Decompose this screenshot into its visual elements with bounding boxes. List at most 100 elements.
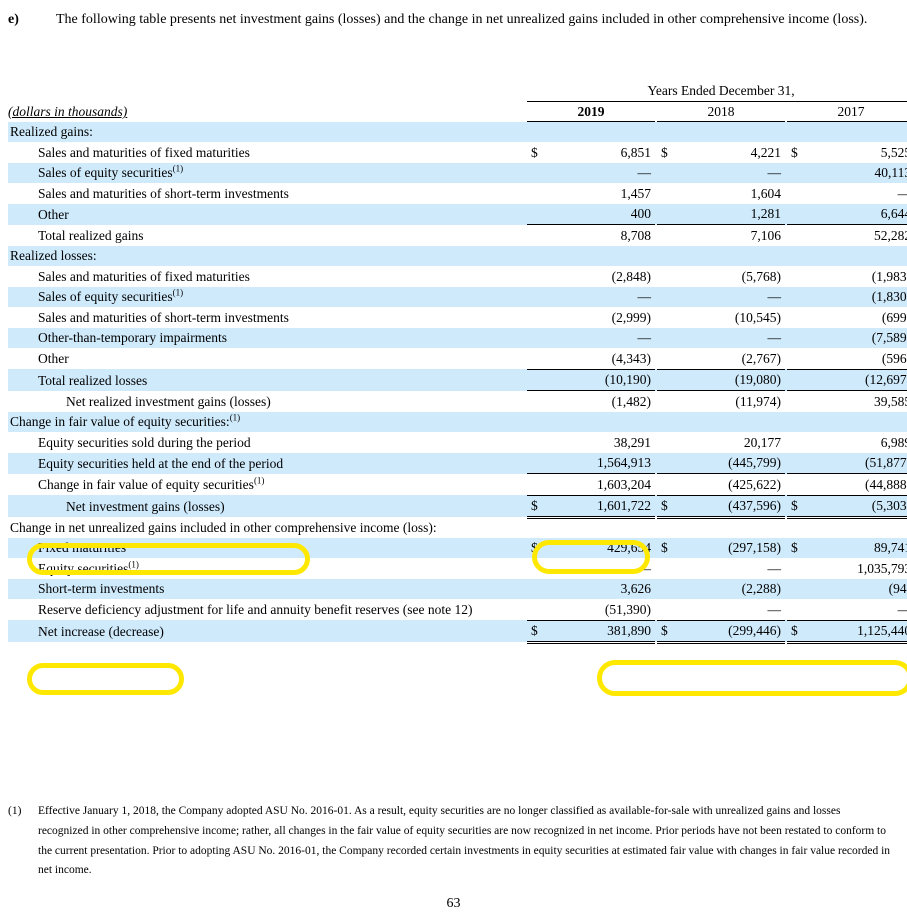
value-cell: — [553, 286, 655, 307]
footnote-reference-icon: (1) [128, 559, 139, 569]
empty-cell [813, 121, 907, 142]
currency-symbol-cell [657, 558, 683, 579]
value-cell: 1,125,440 [813, 619, 907, 644]
value-cell: (596) [813, 348, 907, 369]
intro-paragraph: e) The following table presents net inves… [8, 10, 898, 30]
currency-symbol-cell [787, 266, 813, 287]
currency-symbol-cell [527, 348, 553, 369]
value-cell: 52,282 [813, 224, 907, 246]
section-heading-label: Change in net unrealized gains included … [8, 517, 527, 538]
footnote-reference-icon: (1) [172, 287, 184, 298]
currency-symbol-cell [527, 473, 553, 495]
row-label: Sales and maturities of short-term inves… [8, 183, 527, 204]
currency-symbol-cell [787, 348, 813, 369]
currency-symbol-cell: $ [787, 142, 813, 163]
value-cell: — [553, 162, 655, 183]
value-cell: (44,888) [813, 473, 907, 495]
currency-symbol-cell [787, 327, 813, 348]
currency-symbol-cell [527, 368, 553, 391]
value-cell: 6,644 [813, 203, 907, 225]
table-row: Sales and maturities of fixed maturities… [8, 142, 907, 163]
financial-table-container: Years Ended December 31, (dollars in tho… [8, 84, 907, 644]
footnote-reference-icon: (1) [253, 475, 265, 486]
currency-symbol-cell [527, 203, 553, 225]
value-cell: (12,697) [813, 368, 907, 391]
row-label: Sales and maturities of fixed maturities [8, 266, 527, 287]
currency-symbol-cell [787, 224, 813, 246]
table-row: Net investment gains (losses) $1,601,722 $… [8, 494, 907, 519]
currency-symbol-cell: $ [527, 619, 553, 644]
footnote-reference-icon: (1) [229, 412, 241, 423]
empty-cell [787, 121, 813, 142]
empty-cell [553, 517, 655, 538]
value-cell: (5,303) [813, 494, 907, 519]
value-cell: 6,989 [813, 432, 907, 453]
value-cell: (2,848) [553, 266, 655, 287]
currency-symbol-cell: $ [787, 619, 813, 644]
currency-symbol-cell [527, 307, 553, 328]
value-cell: 20,177 [683, 432, 785, 453]
value-cell: 429,654 [553, 537, 655, 558]
value-cell: — [683, 558, 785, 579]
currency-symbol-cell [657, 286, 683, 307]
empty-cell [683, 411, 785, 432]
empty-cell [813, 411, 907, 432]
table-row: Equity securities held at the end of the… [8, 452, 907, 474]
currency-symbol-cell [527, 224, 553, 246]
footnote-reference-icon: (1) [172, 163, 184, 174]
currency-symbol-cell [787, 162, 813, 183]
row-label: Sales and maturities of fixed maturities [8, 142, 527, 163]
currency-symbol-cell [787, 183, 813, 204]
table-row: Short-term investments 3,626 (2,288) (94) [8, 578, 907, 599]
currency-symbol-cell [787, 578, 813, 599]
currency-symbol-cell [657, 266, 683, 287]
value-cell: (699) [813, 307, 907, 328]
currency-symbol-cell [657, 348, 683, 369]
value-cell: — [813, 183, 907, 204]
currency-symbol-cell [657, 599, 683, 620]
empty-cell [683, 121, 785, 142]
currency-symbol-cell [527, 286, 553, 307]
currency-symbol-cell [787, 203, 813, 225]
currency-symbol-cell [787, 368, 813, 391]
currency-symbol-cell: $ [787, 537, 813, 558]
table-header: Years Ended December 31, (dollars in tho… [8, 84, 907, 122]
value-cell: (445,799) [683, 452, 785, 474]
row-label: Reserve deficiency adjustment for life a… [8, 599, 527, 620]
value-cell: 6,851 [553, 142, 655, 163]
highlight-oval-equity-securities-label [27, 663, 184, 695]
value-cell: 4,221 [683, 142, 785, 163]
value-cell: (94) [813, 578, 907, 599]
currency-symbol-cell [657, 307, 683, 328]
value-cell: 7,106 [683, 224, 785, 246]
value-cell: (10,545) [683, 307, 785, 328]
footnote-text: Effective January 1, 2018, the Company a… [38, 805, 891, 877]
value-cell: 1,035,793 [813, 558, 907, 579]
value-cell: (11,974) [683, 390, 785, 412]
table-row: Sales of equity securities(1) — — (1,830) [8, 286, 907, 307]
currency-symbol-cell [787, 452, 813, 474]
currency-symbol-cell [657, 327, 683, 348]
value-cell: — [553, 558, 655, 579]
value-cell: 5,525 [813, 142, 907, 163]
table-row: Equity securities sold during the period… [8, 432, 907, 453]
currency-symbol-cell: $ [657, 619, 683, 644]
table-section-heading-row: Realized losses: [8, 245, 907, 266]
section-heading-label: Realized losses: [8, 245, 527, 266]
footnote-marker: (1) [8, 805, 22, 817]
table-caption: (dollars in thousands) [8, 104, 128, 119]
section-heading-label: Change in fair value of equity securitie… [8, 411, 527, 432]
empty-cell [683, 245, 785, 266]
currency-symbol-cell [657, 578, 683, 599]
section-heading-label: Realized gains: [8, 121, 527, 142]
value-cell: (2,999) [553, 307, 655, 328]
value-cell: (10,190) [553, 368, 655, 391]
currency-symbol-cell [657, 183, 683, 204]
row-label: Total realized gains [8, 224, 527, 246]
row-label: Other [8, 203, 527, 225]
currency-symbol-cell [657, 162, 683, 183]
column-header-2017: 2017 [787, 101, 907, 122]
value-cell: 40,113 [813, 162, 907, 183]
table-row: Other 400 1,281 6,644 [8, 203, 907, 225]
currency-symbol-cell [527, 390, 553, 412]
